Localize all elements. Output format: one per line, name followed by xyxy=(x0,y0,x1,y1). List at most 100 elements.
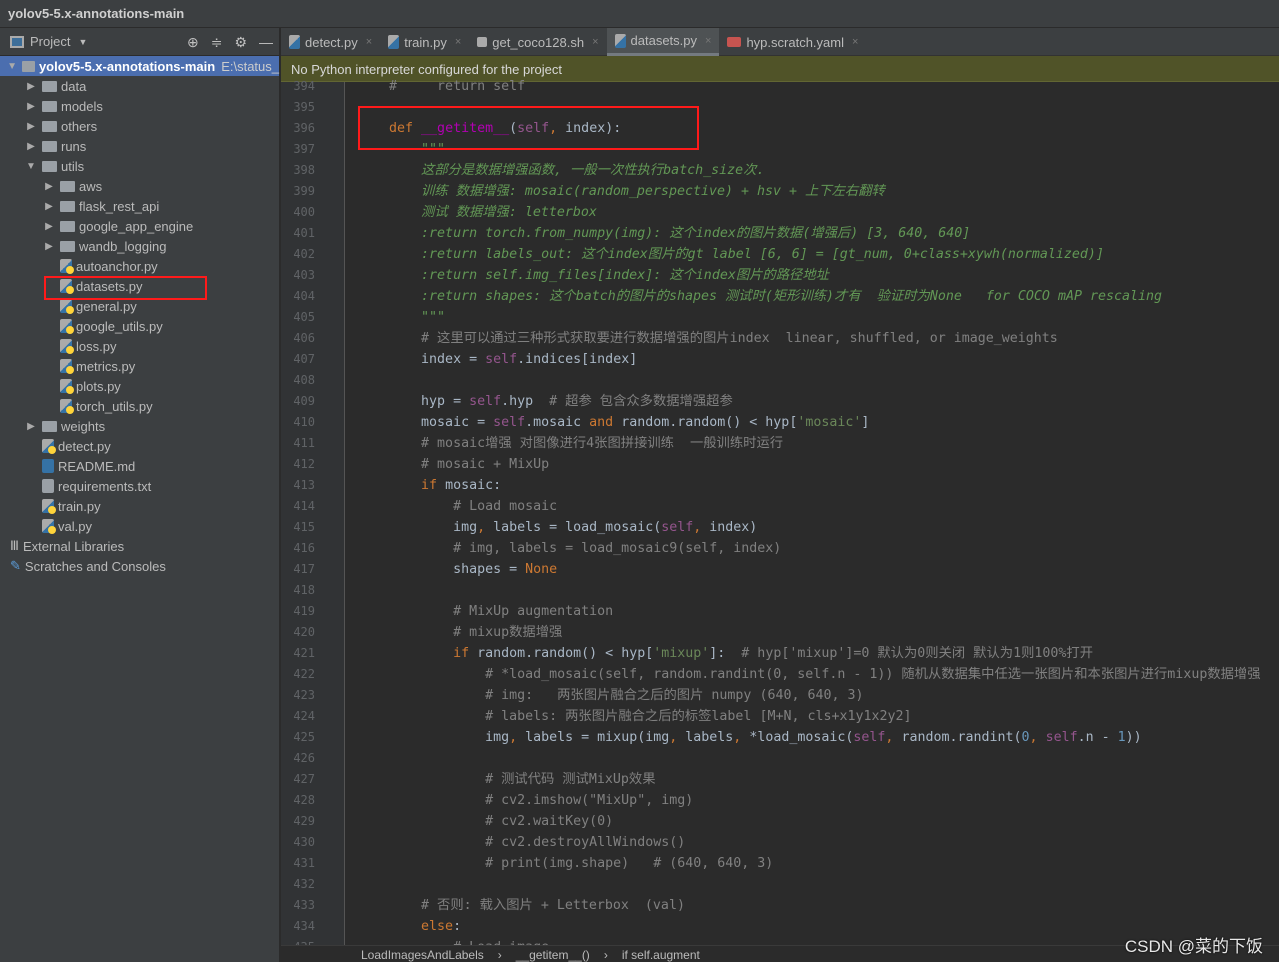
tree-item[interactable]: README.md xyxy=(0,456,279,476)
code-line[interactable]: 422 # *load_mosaic(self, random.randint(… xyxy=(281,664,1279,685)
project-view-label[interactable]: Project xyxy=(30,34,70,49)
chevron-right-icon[interactable]: ▶ xyxy=(42,221,56,232)
tree-item[interactable]: ▶ google_app_engine xyxy=(0,216,279,236)
code-line[interactable]: 430 # cv2.destroyAllWindows() xyxy=(281,832,1279,853)
tree-item[interactable]: autoanchor.py xyxy=(0,256,279,276)
code-line[interactable]: 425 img, labels = mixup(img, labels, *lo… xyxy=(281,727,1279,748)
code-line[interactable]: 421 if random.random() < hyp['mixup']: #… xyxy=(281,643,1279,664)
code-line[interactable]: 426 xyxy=(281,748,1279,769)
tree-item[interactable]: general.py xyxy=(0,296,279,316)
code-line[interactable]: 423 # img: 两张图片融合之后的图片 numpy (640, 640, … xyxy=(281,685,1279,706)
code-line[interactable]: 400 测试 数据增强: letterbox xyxy=(281,202,1279,223)
close-icon[interactable]: × xyxy=(366,36,372,48)
chevron-down-icon[interactable]: ▼ xyxy=(6,61,18,72)
tree-item[interactable]: detect.py xyxy=(0,436,279,456)
tree-item[interactable]: ▶ flask_rest_api xyxy=(0,196,279,216)
close-icon[interactable]: × xyxy=(705,35,711,47)
breadcrumb-item[interactable]: if self.augment xyxy=(622,948,700,962)
close-icon[interactable]: × xyxy=(455,36,461,48)
code-line[interactable]: 396 def __getitem__(self, index): xyxy=(281,118,1279,139)
tab-get_coco128-sh[interactable]: get_coco128.sh × xyxy=(469,28,606,56)
code-line[interactable]: 424 # labels: 两张图片融合之后的标签label [M+N, cls… xyxy=(281,706,1279,727)
code-line[interactable]: 397 """ xyxy=(281,139,1279,160)
code-line[interactable]: 427 # 测试代码 测试MixUp效果 xyxy=(281,769,1279,790)
chevron-right-icon[interactable]: ▶ xyxy=(24,101,38,112)
chevron-right-icon[interactable]: ▶ xyxy=(42,181,56,192)
code-line[interactable]: 410 mosaic = self.mosaic and random.rand… xyxy=(281,412,1279,433)
chevron-right-icon[interactable]: ▶ xyxy=(24,81,38,92)
tree-item[interactable]: ▼ utils xyxy=(0,156,279,176)
gear-icon[interactable]: ⚙ xyxy=(234,34,247,51)
code-line[interactable]: 399 训练 数据增强: mosaic(random_perspective) … xyxy=(281,181,1279,202)
collapse-all-icon[interactable]: ≑ xyxy=(211,34,223,51)
code-line[interactable]: 418 xyxy=(281,580,1279,601)
tree-item[interactable]: requirements.txt xyxy=(0,476,279,496)
code-line[interactable]: 404 :return shapes: 这个batch的图片的shapes 测试… xyxy=(281,286,1279,307)
breadcrumb-item[interactable]: LoadImagesAndLabels xyxy=(361,948,484,962)
code-line[interactable]: 413 if mosaic: xyxy=(281,475,1279,496)
tree-item[interactable]: ▶ wandb_logging xyxy=(0,236,279,256)
tree-item[interactable]: train.py xyxy=(0,496,279,516)
breadcrumb-item[interactable]: __getitem__() xyxy=(516,948,590,962)
tree-item[interactable]: ✎ Scratches and Consoles xyxy=(0,556,279,576)
tree-item[interactable]: torch_utils.py xyxy=(0,396,279,416)
code-line[interactable]: 417 shapes = None xyxy=(281,559,1279,580)
code-line[interactable]: 419 # MixUp augmentation xyxy=(281,601,1279,622)
chevron-right-icon[interactable]: ▶ xyxy=(24,421,38,432)
code-line[interactable]: 406 # 这里可以通过三种形式获取要进行数据增强的图片index linear… xyxy=(281,328,1279,349)
code-line[interactable]: 409 hyp = self.hyp # 超参 包含众多数据增强超参 xyxy=(281,391,1279,412)
tree-item[interactable]: Ⅲ External Libraries xyxy=(0,536,279,556)
code-line[interactable]: 403 :return self.img_files[index]: 这个ind… xyxy=(281,265,1279,286)
code-line[interactable]: 401 :return torch.from_numpy(img): 这个ind… xyxy=(281,223,1279,244)
locate-icon[interactable]: ⊕ xyxy=(187,34,199,51)
close-icon[interactable]: × xyxy=(852,36,858,48)
chevron-down-icon[interactable]: ▼ xyxy=(78,37,87,47)
tree-item[interactable]: google_utils.py xyxy=(0,316,279,336)
chevron-right-icon[interactable]: ▶ xyxy=(42,241,56,252)
code-line[interactable]: 432 xyxy=(281,874,1279,895)
code-line[interactable]: 412 # mosaic + MixUp xyxy=(281,454,1279,475)
code-line[interactable]: 428 # cv2.imshow("MixUp", img) xyxy=(281,790,1279,811)
hide-icon[interactable]: — xyxy=(259,34,273,51)
code-line[interactable]: 415 img, labels = load_mosaic(self, inde… xyxy=(281,517,1279,538)
chevron-down-icon[interactable]: ▼ xyxy=(24,161,38,172)
code-text: :return labels_out: 这个index图片的gt label [… xyxy=(357,244,1104,265)
tree-item[interactable]: metrics.py xyxy=(0,356,279,376)
code-line[interactable]: 431 # print(img.shape) # (640, 640, 3) xyxy=(281,853,1279,874)
code-line[interactable]: 398 这部分是数据增强函数, 一般一次性执行batch_size次. xyxy=(281,160,1279,181)
code-line[interactable]: 416 # img, labels = load_mosaic9(self, i… xyxy=(281,538,1279,559)
chevron-right-icon[interactable]: ▶ xyxy=(42,201,56,212)
close-icon[interactable]: × xyxy=(592,36,598,48)
tree-item[interactable]: ▼ yolov5-5.x-annotations-main E:\status_ xyxy=(0,56,279,76)
code-line[interactable]: 411 # mosaic增强 对图像进行4张图拼接训练 一般训练时运行 xyxy=(281,433,1279,454)
tree-item[interactable]: ▶ others xyxy=(0,116,279,136)
chevron-right-icon[interactable]: ▶ xyxy=(24,121,38,132)
tree-item[interactable]: datasets.py xyxy=(0,276,279,296)
code-line[interactable]: 414 # Load mosaic xyxy=(281,496,1279,517)
code-text: # Load mosaic xyxy=(357,496,557,517)
code-line[interactable]: 420 # mixup数据增强 xyxy=(281,622,1279,643)
code-line[interactable]: 433 # 否则: 载入图片 + Letterbox (val) xyxy=(281,895,1279,916)
code-line[interactable]: 395 xyxy=(281,97,1279,118)
code-line[interactable]: 429 # cv2.waitKey(0) xyxy=(281,811,1279,832)
tree-item[interactable]: ▶ models xyxy=(0,96,279,116)
code-line[interactable]: 402 :return labels_out: 这个index图片的gt lab… xyxy=(281,244,1279,265)
code-line[interactable]: 407 index = self.indices[index] xyxy=(281,349,1279,370)
tree-item[interactable]: ▶ runs xyxy=(0,136,279,156)
tree-item[interactable]: plots.py xyxy=(0,376,279,396)
tree-item[interactable]: loss.py xyxy=(0,336,279,356)
project-panel-header[interactable]: Project ▼ ⊕ ≑ ⚙ — xyxy=(0,28,279,56)
code-line[interactable]: 405 """ xyxy=(281,307,1279,328)
tab-train-py[interactable]: train.py × xyxy=(380,28,469,56)
tree-item[interactable]: ▶ weights xyxy=(0,416,279,436)
tree-item[interactable]: ▶ data xyxy=(0,76,279,96)
tab-detect-py[interactable]: detect.py × xyxy=(281,28,380,56)
tab-hyp-scratch-yaml[interactable]: hyp.scratch.yaml × xyxy=(719,28,866,56)
code-line[interactable]: 408 xyxy=(281,370,1279,391)
chevron-right-icon[interactable]: ▶ xyxy=(24,141,38,152)
code-line[interactable]: 394 # return self xyxy=(281,76,1279,97)
tree-item[interactable]: val.py xyxy=(0,516,279,536)
tree-item[interactable]: ▶ aws xyxy=(0,176,279,196)
code-editor[interactable]: 394 # return self 395 396 def __getitem__(… xyxy=(281,76,1279,945)
tab-datasets-py[interactable]: datasets.py × xyxy=(606,28,720,56)
